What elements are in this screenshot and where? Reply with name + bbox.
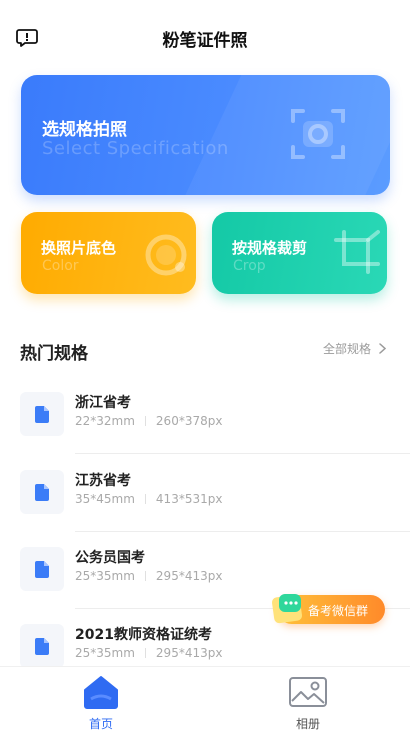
- list-item[interactable]: 江苏省考 35*45mm 413*531px: [0, 470, 410, 548]
- spec-name: 浙江省考: [75, 395, 131, 411]
- select-spec-subtitle: Select Specification: [42, 138, 229, 159]
- meta-separator: [144, 648, 146, 658]
- meta-separator: [144, 416, 146, 426]
- palette-icon: [145, 234, 187, 276]
- list-item[interactable]: 浙江省考 22*32mm 260*378px: [0, 392, 410, 470]
- crop-icon: [334, 230, 380, 274]
- spec-size-px: 413*531px: [155, 492, 223, 506]
- spec-size-mm: 25*35mm: [75, 646, 135, 660]
- tab-home[interactable]: 首页: [71, 675, 131, 732]
- spec-size-mm: 25*35mm: [75, 569, 135, 583]
- header: 粉笔证件照: [0, 0, 410, 75]
- wechat-group-icon: [271, 594, 303, 624]
- tab-album[interactable]: 相册: [278, 675, 338, 732]
- spec-name: 公务员国考: [75, 550, 145, 566]
- divider: [75, 531, 410, 532]
- bottom-tab-bar: 首页 相册: [0, 666, 410, 733]
- home-icon: [84, 676, 118, 709]
- all-specs-label: 全部规格: [322, 342, 371, 356]
- spec-name: 江苏省考: [75, 473, 131, 489]
- spec-size-mm: 22*32mm: [75, 414, 135, 428]
- spec-meta: 25*35mm 295*413px: [75, 569, 222, 583]
- tab-home-label: 首页: [88, 717, 113, 731]
- change-bg-color-card[interactable]: 换照片底色 Color: [21, 212, 196, 294]
- crop-by-spec-card[interactable]: 按规格裁剪 Crop: [212, 212, 387, 294]
- wechat-group-button[interactable]: 备考微信群: [271, 590, 387, 630]
- change-bg-color-subtitle: Color: [42, 258, 79, 274]
- spec-name: 2021教师资格证统考: [75, 627, 212, 643]
- divider: [75, 453, 410, 454]
- change-bg-color-title: 换照片底色: [41, 239, 117, 257]
- page-title: 粉笔证件照: [162, 31, 248, 51]
- tab-album-label: 相册: [295, 717, 320, 731]
- meta-separator: [144, 571, 146, 581]
- document-icon: [20, 470, 64, 514]
- spec-size-mm: 35*45mm: [75, 492, 135, 506]
- camera-scan-icon: [291, 109, 345, 159]
- document-icon: [20, 392, 64, 436]
- card-decoration: [171, 75, 390, 195]
- hot-specs-title: 热门规格: [20, 344, 88, 364]
- spec-meta: 25*35mm 295*413px: [75, 646, 222, 660]
- spec-size-px: 260*378px: [155, 414, 223, 428]
- spec-size-px: 295*413px: [155, 646, 223, 660]
- select-spec-title: 选规格拍照: [42, 120, 127, 140]
- album-icon: [289, 677, 327, 707]
- all-specs-link[interactable]: 全部规格: [323, 340, 386, 357]
- crop-by-spec-subtitle: Crop: [233, 258, 266, 274]
- spec-meta: 35*45mm 413*531px: [75, 492, 222, 506]
- chevron-right-icon: [379, 343, 386, 354]
- spec-meta: 22*32mm 260*378px: [75, 414, 222, 428]
- spec-size-px: 295*413px: [155, 569, 223, 583]
- wechat-group-label: 备考微信群: [308, 604, 369, 618]
- select-spec-card[interactable]: 选规格拍照 Select Specification: [21, 75, 390, 195]
- meta-separator: [144, 494, 146, 504]
- document-icon: [20, 547, 64, 591]
- crop-by-spec-title: 按规格裁剪: [232, 239, 308, 257]
- document-icon: [20, 624, 64, 668]
